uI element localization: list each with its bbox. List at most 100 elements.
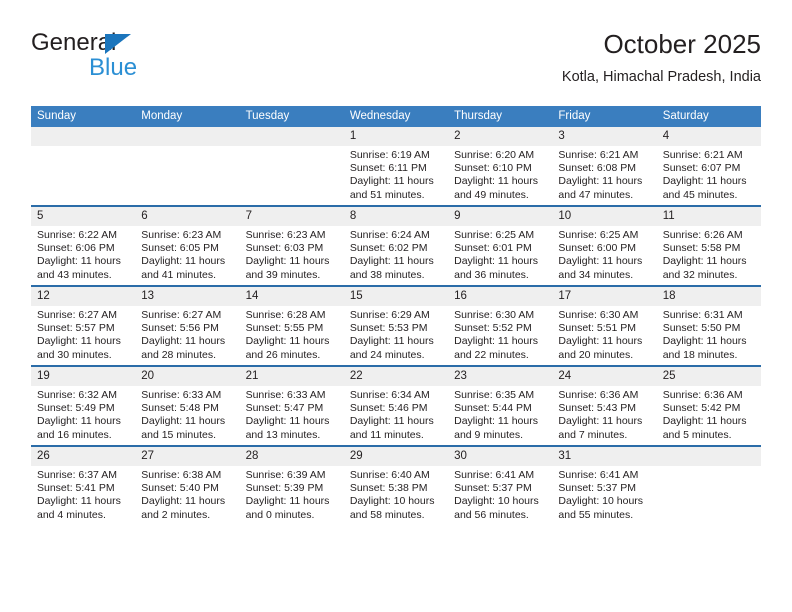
daylight-text-line2: and 49 minutes. — [454, 188, 529, 201]
sunrise-text: Sunrise: 6:25 AM — [454, 229, 535, 241]
day-details: Sunrise: 6:41 AM Sunset: 5:37 PM Daylight:… — [552, 466, 656, 522]
daylight-text-line2: and 5 minutes. — [662, 428, 732, 441]
sunset-text: Sunset: 5:37 PM — [454, 482, 532, 495]
day-number: 28 — [239, 447, 344, 466]
daylight-text-line2: and 56 minutes. — [454, 508, 529, 521]
calendar-day-cell[interactable]: 21 Sunrise: 6:33 AM Sunset: 5:47 PM Dayligh… — [239, 365, 344, 446]
sunrise-text: Sunrise: 6:27 AM — [37, 309, 117, 321]
day-number: 22 — [343, 367, 449, 386]
calendar-day-cell[interactable]: 30 Sunrise: 6:41 AM Sunset: 5:37 PM Dayligh… — [448, 445, 553, 525]
day-number: 27 — [135, 447, 240, 466]
day-number: 11 — [656, 207, 761, 226]
calendar-day-cell[interactable]: 25 Sunrise: 6:36 AM Sunset: 5:42 PM Dayligh… — [656, 365, 761, 446]
day-details: Sunrise: 6:24 AM Sunset: 6:02 PM Daylight:… — [344, 226, 448, 282]
calendar-day-cell[interactable]: 10 Sunrise: 6:25 AM Sunset: 6:00 PM Dayligh… — [552, 205, 657, 286]
day-details: Sunrise: 6:34 AM Sunset: 5:46 PM Daylight:… — [344, 386, 448, 442]
calendar-day-cell-empty — [656, 445, 761, 525]
calendar-day-cell[interactable]: 14 Sunrise: 6:28 AM Sunset: 5:55 PM Dayligh… — [239, 285, 344, 366]
sunrise-text: Sunrise: 6:21 AM — [662, 149, 743, 161]
calendar-day-cell[interactable]: 31 Sunrise: 6:41 AM Sunset: 5:37 PM Dayligh… — [552, 445, 657, 525]
daylight-text-line1: Daylight: 11 hours — [349, 175, 434, 188]
sunrise-text: Sunrise: 6:39 AM — [245, 469, 326, 481]
day-number: 31 — [552, 447, 657, 466]
day-number: 13 — [135, 287, 240, 306]
calendar-day-cell[interactable]: 28 Sunrise: 6:39 AM Sunset: 5:39 PM Dayligh… — [239, 445, 344, 525]
calendar-day-cell[interactable]: 6 Sunrise: 6:23 AM Sunset: 6:05 PM Daylight… — [135, 205, 240, 286]
calendar-day-cell[interactable]: 2 Sunrise: 6:20 AM Sunset: 6:10 PM Daylight… — [448, 127, 553, 206]
weekday-header-wednesday: Wednesday — [343, 106, 449, 127]
calendar-day-cell[interactable]: 3 Sunrise: 6:21 AM Sunset: 6:08 PM Daylight… — [552, 127, 657, 206]
calendar-day-cell[interactable]: 13 Sunrise: 6:27 AM Sunset: 5:56 PM Dayligh… — [135, 285, 240, 366]
calendar-day-cell[interactable]: 12 Sunrise: 6:27 AM Sunset: 5:57 PM Dayligh… — [31, 285, 136, 366]
daylight-text-line1: Daylight: 11 hours — [454, 335, 538, 348]
daylight-text-line2: and 22 minutes. — [454, 348, 529, 361]
daylight-text-line1: Daylight: 11 hours — [37, 255, 121, 268]
calendar-day-cell[interactable]: 15 Sunrise: 6:29 AM Sunset: 5:53 PM Dayligh… — [343, 285, 449, 366]
calendar-week-row: 1 Sunrise: 6:19 AM Sunset: 6:11 PM Daylight… — [31, 127, 761, 206]
daylight-text-line2: and 43 minutes. — [37, 268, 112, 281]
day-details: Sunrise: 6:36 AM Sunset: 5:43 PM Daylight:… — [552, 386, 656, 442]
calendar-week-row: 26 Sunrise: 6:37 AM Sunset: 5:41 PM Dayligh… — [31, 445, 761, 525]
calendar-day-cell[interactable]: 11 Sunrise: 6:26 AM Sunset: 5:58 PM Dayligh… — [656, 205, 761, 286]
calendar-day-cell[interactable]: 7 Sunrise: 6:23 AM Sunset: 6:03 PM Daylight… — [239, 205, 344, 286]
calendar-day-cell[interactable]: 22 Sunrise: 6:34 AM Sunset: 5:46 PM Dayligh… — [343, 365, 449, 446]
sunset-text: Sunset: 5:44 PM — [454, 402, 532, 415]
general-blue-logo[interactable]: General Blue — [31, 30, 231, 92]
day-details: Sunrise: 6:30 AM Sunset: 5:51 PM Daylight:… — [552, 306, 656, 362]
sunrise-text: Sunrise: 6:20 AM — [454, 149, 535, 161]
day-details: Sunrise: 6:41 AM Sunset: 5:37 PM Daylight:… — [448, 466, 552, 522]
daylight-text-line2: and 15 minutes. — [141, 428, 216, 441]
calendar-day-cell[interactable]: 16 Sunrise: 6:30 AM Sunset: 5:52 PM Dayligh… — [448, 285, 553, 366]
calendar-day-cell[interactable]: 27 Sunrise: 6:38 AM Sunset: 5:40 PM Dayligh… — [135, 445, 240, 525]
day-details: Sunrise: 6:19 AM Sunset: 6:11 PM Daylight:… — [344, 146, 448, 202]
logo-triangle-icon — [105, 34, 131, 54]
day-details: Sunrise: 6:31 AM Sunset: 5:50 PM Daylight:… — [657, 306, 761, 362]
daylight-text-line2: and 58 minutes. — [349, 508, 425, 521]
sunset-text: Sunset: 5:41 PM — [37, 482, 115, 495]
sunrise-text: Sunrise: 6:23 AM — [141, 229, 222, 241]
calendar-day-cell[interactable]: 19 Sunrise: 6:32 AM Sunset: 5:49 PM Dayligh… — [31, 365, 136, 446]
day-details: Sunrise: 6:29 AM Sunset: 5:53 PM Daylight:… — [344, 306, 448, 362]
day-details: Sunrise: 6:23 AM Sunset: 6:03 PM Daylight:… — [240, 226, 344, 282]
sunrise-text: Sunrise: 6:33 AM — [245, 389, 326, 401]
calendar-day-cell[interactable]: 23 Sunrise: 6:35 AM Sunset: 5:44 PM Dayligh… — [448, 365, 553, 446]
daylight-text-line1: Daylight: 11 hours — [349, 255, 434, 268]
daylight-text-line1: Daylight: 11 hours — [245, 255, 330, 268]
sunset-text: Sunset: 5:49 PM — [37, 402, 115, 415]
daylight-text-line2: and 16 minutes. — [37, 428, 112, 441]
calendar-day-cell[interactable]: 17 Sunrise: 6:30 AM Sunset: 5:51 PM Dayligh… — [552, 285, 657, 366]
calendar-day-cell[interactable]: 1 Sunrise: 6:19 AM Sunset: 6:11 PM Daylight… — [343, 127, 449, 206]
calendar-day-cell[interactable]: 18 Sunrise: 6:31 AM Sunset: 5:50 PM Dayligh… — [656, 285, 761, 366]
day-number: 15 — [343, 287, 449, 306]
day-details: Sunrise: 6:32 AM Sunset: 5:49 PM Daylight:… — [31, 386, 135, 442]
sunset-text: Sunset: 6:06 PM — [37, 242, 115, 255]
calendar-day-cell[interactable]: 8 Sunrise: 6:24 AM Sunset: 6:02 PM Daylight… — [343, 205, 449, 286]
calendar-day-cell-empty — [239, 127, 344, 206]
calendar-day-cell[interactable]: 24 Sunrise: 6:36 AM Sunset: 5:43 PM Dayligh… — [552, 365, 657, 446]
daylight-text-line2: and 30 minutes. — [37, 348, 112, 361]
daylight-text-line1: Daylight: 11 hours — [662, 255, 747, 268]
day-number: 10 — [552, 207, 657, 226]
weekday-header-sunday: Sunday — [31, 106, 136, 127]
logo-text-general: General — [31, 29, 117, 56]
day-number: 19 — [31, 367, 136, 386]
calendar-day-cell[interactable]: 4 Sunrise: 6:21 AM Sunset: 6:07 PM Daylight… — [656, 127, 761, 206]
sunrise-text: Sunrise: 6:30 AM — [558, 309, 639, 321]
calendar-day-cell[interactable]: 26 Sunrise: 6:37 AM Sunset: 5:41 PM Dayligh… — [31, 445, 136, 525]
calendar-day-cell[interactable]: 9 Sunrise: 6:25 AM Sunset: 6:01 PM Daylight… — [448, 205, 553, 286]
weekday-header-row: Sunday Monday Tuesday Wednesday Thursday… — [31, 106, 761, 127]
day-number: 23 — [448, 367, 553, 386]
day-details: Sunrise: 6:36 AM Sunset: 5:42 PM Daylight:… — [657, 386, 761, 442]
calendar-week-row: 5 Sunrise: 6:22 AM Sunset: 6:06 PM Daylight… — [31, 205, 761, 286]
sunset-text: Sunset: 6:07 PM — [662, 162, 741, 175]
calendar-day-cell[interactable]: 5 Sunrise: 6:22 AM Sunset: 6:06 PM Daylight… — [31, 205, 136, 286]
sunrise-text: Sunrise: 6:26 AM — [662, 229, 743, 241]
day-number — [239, 127, 344, 146]
day-details: Sunrise: 6:33 AM Sunset: 5:47 PM Daylight:… — [240, 386, 344, 442]
daylight-text-line2: and 39 minutes. — [245, 268, 321, 281]
daylight-text-line1: Daylight: 11 hours — [662, 415, 747, 428]
day-details: Sunrise: 6:23 AM Sunset: 6:05 PM Daylight:… — [135, 226, 239, 282]
sunrise-text: Sunrise: 6:30 AM — [454, 309, 535, 321]
calendar-day-cell[interactable]: 29 Sunrise: 6:40 AM Sunset: 5:38 PM Dayligh… — [343, 445, 449, 525]
calendar-day-cell[interactable]: 20 Sunrise: 6:33 AM Sunset: 5:48 PM Dayligh… — [135, 365, 240, 446]
